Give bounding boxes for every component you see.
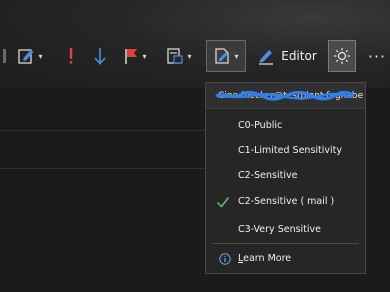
down-arrow-icon (93, 47, 107, 65)
light-icon (333, 47, 351, 65)
ribbon-toolbar: ▾ ▾ ▾ ▾ Editor ··· (0, 34, 390, 84)
info-icon (219, 252, 231, 265)
menu-item-label: C3-Very Sensitive (238, 224, 322, 235)
chevron-down-icon: ▾ (234, 51, 239, 61)
chevron-down-icon: ▾ (38, 51, 43, 61)
learn-more-link[interactable]: Learn More (206, 246, 365, 271)
flag-icon (123, 47, 139, 65)
partial-icon (2, 49, 6, 63)
more-icon: ··· (367, 46, 387, 66)
templates-button[interactable]: ▾ (162, 40, 196, 72)
outlook-window: ▾ ▾ ▾ ▾ Editor ··· Cine Blecker@testplan… (0, 0, 390, 292)
template-icon (166, 47, 184, 65)
importance-icon (68, 47, 74, 65)
more-options-button[interactable]: ··· (364, 40, 390, 72)
chevron-down-icon: ▾ (187, 51, 192, 61)
editor-icon (257, 47, 275, 65)
label-c0-public[interactable]: C0-Public (206, 113, 365, 138)
redaction-scribble (215, 91, 355, 101)
menu-item-label: C1-Limited Sensitivity (238, 145, 343, 156)
checkmark-icon (216, 196, 230, 208)
label-c2-sensitive-mail[interactable]: C2-Sensitive ( mail ) (206, 189, 365, 214)
light-mode-button[interactable] (328, 40, 356, 72)
signature-button[interactable]: ▾ (14, 40, 46, 72)
label-c3-very-sensitive[interactable]: C3-Very Sensitive (206, 217, 365, 242)
sensitivity-menu: Cine Blecker@testplant.fagnabe C0-Public… (205, 82, 366, 274)
learn-more-rest: earn More (243, 253, 292, 264)
chevron-down-icon: ▾ (142, 51, 147, 61)
sensitivity-icon (213, 47, 231, 65)
follow-up-button[interactable]: ▾ (118, 40, 152, 72)
menu-item-label: C0-Public (238, 120, 283, 131)
learn-more-label: Learn More (238, 253, 291, 264)
separator-line (0, 130, 206, 131)
menu-divider (212, 243, 359, 244)
sensitivity-button[interactable]: ▾ (206, 40, 246, 72)
separator-line (0, 168, 206, 169)
pen-icon (17, 47, 35, 65)
account-header: Cine Blecker@testplant.fagnabe (206, 83, 365, 109)
low-importance-button[interactable] (88, 40, 112, 72)
editor-button[interactable]: Editor (256, 40, 318, 72)
menu-item-label: C2-Sensitive (238, 170, 298, 181)
label-c1-limited[interactable]: C1-Limited Sensitivity (206, 138, 365, 163)
partial-button[interactable] (0, 40, 8, 72)
editor-label: Editor (281, 49, 317, 63)
label-c2-sensitive[interactable]: C2-Sensitive (206, 163, 365, 188)
high-importance-button[interactable] (60, 40, 82, 72)
menu-item-label: C2-Sensitive ( mail ) (238, 196, 335, 207)
